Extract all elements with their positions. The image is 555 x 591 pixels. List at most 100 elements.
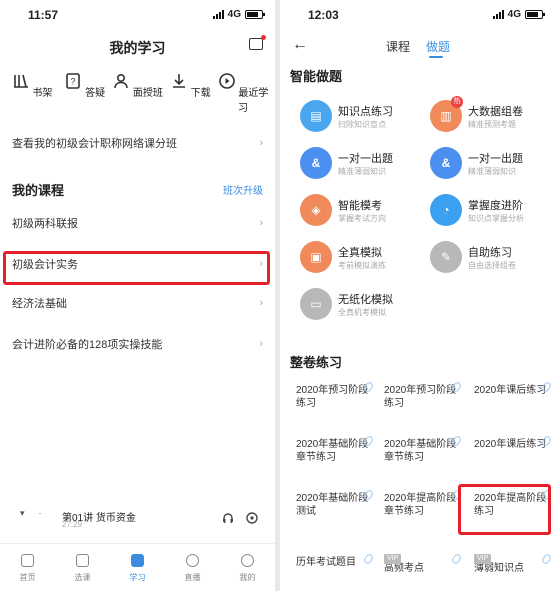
mastery-progress-icon: ◔ (430, 194, 462, 226)
feature-title: 大数据组卷 (468, 106, 523, 118)
feature-subtitle: 掌握考试方向 (338, 214, 386, 223)
my-learning-screen: 11:57 4G 我的 学习 书架 ? 答疑 面授班 下载 最近学习 查看我的初级… (0, 0, 275, 591)
class-assignment-row[interactable]: 查看我的初级会计职称网络课分班 › (0, 128, 275, 158)
paper-label: 2020年基础阶段章节练习 (296, 439, 369, 463)
one-on-one-icon: & (430, 147, 462, 179)
feature-item[interactable]: & 一对一出题 精准薄弱知识 (430, 147, 555, 183)
paper-item[interactable]: 2020年课后练习 (474, 380, 554, 428)
tab-label: 选课 (74, 573, 91, 582)
status-time: 11:57 (28, 8, 59, 22)
paper-label: 2020年基础阶段测试 (296, 493, 369, 517)
paper-item[interactable]: VIP 高频考点 (384, 552, 464, 591)
chevron-right-icon: › (259, 297, 263, 309)
shortcut-recent[interactable]: 最近学习 (217, 72, 269, 114)
segment-control: 课程 做题 (386, 38, 466, 55)
paper-label: 2020年课后练习 (474, 385, 547, 396)
book-icon (131, 554, 144, 567)
paper-item[interactable]: 历年考试题目 (296, 552, 376, 591)
live-play-icon (186, 554, 199, 567)
paper-label: 历年考试题目 (296, 557, 356, 568)
shortcut-label: 书架 (32, 88, 53, 99)
feature-subtitle: 精准预测考题 (468, 120, 516, 129)
user-face-icon (241, 554, 254, 567)
svg-text:?: ? (71, 77, 76, 87)
tab-label: 学习 (129, 573, 146, 582)
tab-label: 我的 (239, 573, 256, 582)
bottom-tab-bar: 首页 选课 学习 直播 我的 (0, 543, 275, 591)
shortcut-label: 最近学习 (238, 88, 269, 114)
tab-label: 直播 (184, 573, 201, 582)
paper-item[interactable]: 2020年课后练习 (474, 434, 554, 482)
paper-label: 2020年提高阶段章节练习 (384, 493, 457, 517)
paper-item[interactable]: 2020年基础阶段测试 (296, 488, 376, 536)
cover-thumbnail: ▾· (20, 508, 56, 518)
course-row[interactable]: 会计进阶必备的128项实操技能 › (0, 329, 275, 359)
paper-label: 2020年预习阶段练习 (296, 385, 369, 409)
status-bar: 12:03 4G (280, 0, 555, 30)
bookshelf-icon (13, 74, 28, 88)
shortcut-label: 答疑 (85, 88, 106, 99)
shortcut-bar: 书架 ? 答疑 面授班 下载 最近学习 (6, 72, 269, 114)
headphones-icon[interactable] (222, 512, 234, 524)
tab-select-course[interactable]: 选课 (61, 544, 105, 591)
paper-item[interactable]: 2020年预习阶段练习 (384, 380, 464, 428)
feature-item[interactable]: ✎ 自助练习 自由选择组卷 (430, 241, 555, 277)
chevron-right-icon: › (259, 217, 263, 229)
feature-title: 知识点练习 (338, 106, 393, 118)
message-icon[interactable] (249, 35, 266, 50)
feature-item[interactable]: ◈ 智能模考 掌握考试方向 (300, 194, 430, 230)
paper-item[interactable]: 2020年基础阶段章节练习 (296, 434, 376, 482)
feature-item[interactable]: ▣ 全真模拟 考前模拟演练 (300, 241, 430, 277)
course-row[interactable]: 经济法基础 › (0, 288, 275, 318)
shortcut-label: 面授班 (132, 88, 163, 99)
feature-item[interactable]: ▤ 知识点练习 扫除知识盲点 (300, 100, 430, 136)
tab-live[interactable]: 直播 (171, 544, 215, 591)
paperclip-icon (362, 552, 375, 566)
shortcut-bookshelf[interactable]: 书架 (6, 72, 58, 114)
network-label: 4G (227, 9, 241, 20)
row-label: 查看我的初级会计职称网络课分班 (12, 138, 177, 150)
paper-item[interactable]: 2020年提高阶段章节练习 (384, 488, 464, 536)
feature-item[interactable]: ▭ 无纸化模拟 全真机考模拟 (300, 288, 430, 324)
feature-item[interactable]: ▥ 热 大数据组卷 精准预测考题 (430, 96, 555, 136)
feature-title: 掌握度进阶 (468, 200, 523, 212)
practice-screen: 12:03 4G ← 课程 做题 智能做题 ▤ 知识点练习 扫除知识盲点 ▥ 热 … (280, 0, 555, 591)
monitor-icon: ▭ (300, 288, 332, 320)
course-label: 会计进阶必备的128项实操技能 (12, 339, 163, 351)
vip-badge: VIP (384, 554, 402, 564)
network-label: 4G (507, 9, 521, 20)
tab-practice[interactable]: 做题 (426, 40, 450, 54)
tab-home[interactable]: 首页 (6, 544, 50, 591)
home-icon (21, 554, 34, 567)
feature-item[interactable]: & 一对一出题 精准薄弱知识 (300, 147, 430, 183)
one-on-one-icon: & (300, 147, 332, 179)
paper-label: 2020年基础阶段章节练习 (384, 439, 457, 463)
paper-item[interactable]: 2020年预习阶段练习 (296, 380, 376, 428)
upgrade-link[interactable]: 班次升级 (223, 182, 263, 197)
shortcut-label: 下载 (190, 88, 211, 99)
back-arrow-icon[interactable]: ← (292, 36, 308, 54)
paper-item[interactable]: VIP 薄弱知识点 (474, 552, 554, 591)
shortcut-teacher[interactable]: 面授班 (112, 72, 164, 114)
tab-learning[interactable]: 学习 (116, 544, 160, 591)
paper-item[interactable]: 2020年基础阶段章节练习 (384, 434, 464, 482)
course-row[interactable]: 初级两科联报 › (0, 208, 275, 238)
status-indicators: 4G (492, 9, 545, 20)
feature-item[interactable]: ◔ 掌握度进阶 知识点掌握分析 (430, 194, 555, 230)
qa-icon: ? (66, 73, 81, 89)
signal-icon (212, 10, 224, 19)
mini-player[interactable]: ▾· 第01讲 货币资金 27:29 (0, 500, 275, 530)
status-indicators: 4G (212, 9, 265, 20)
status-time: 12:03 (308, 8, 339, 22)
teacher-icon (114, 73, 128, 89)
tab-course[interactable]: 课程 (386, 40, 410, 54)
knowledge-point-icon: ▤ (300, 100, 332, 132)
shortcut-download[interactable]: 下载 (164, 72, 216, 114)
tab-mine[interactable]: 我的 (226, 544, 270, 591)
course-label: 经济法基础 (12, 298, 67, 310)
paper-label: 2020年课后练习 (474, 439, 547, 450)
play-button-icon[interactable] (246, 512, 258, 524)
shortcut-qa[interactable]: ? 答疑 (59, 72, 111, 114)
feature-subtitle: 知识点掌握分析 (468, 214, 524, 223)
full-paper-title: 整卷练习 (290, 355, 343, 370)
